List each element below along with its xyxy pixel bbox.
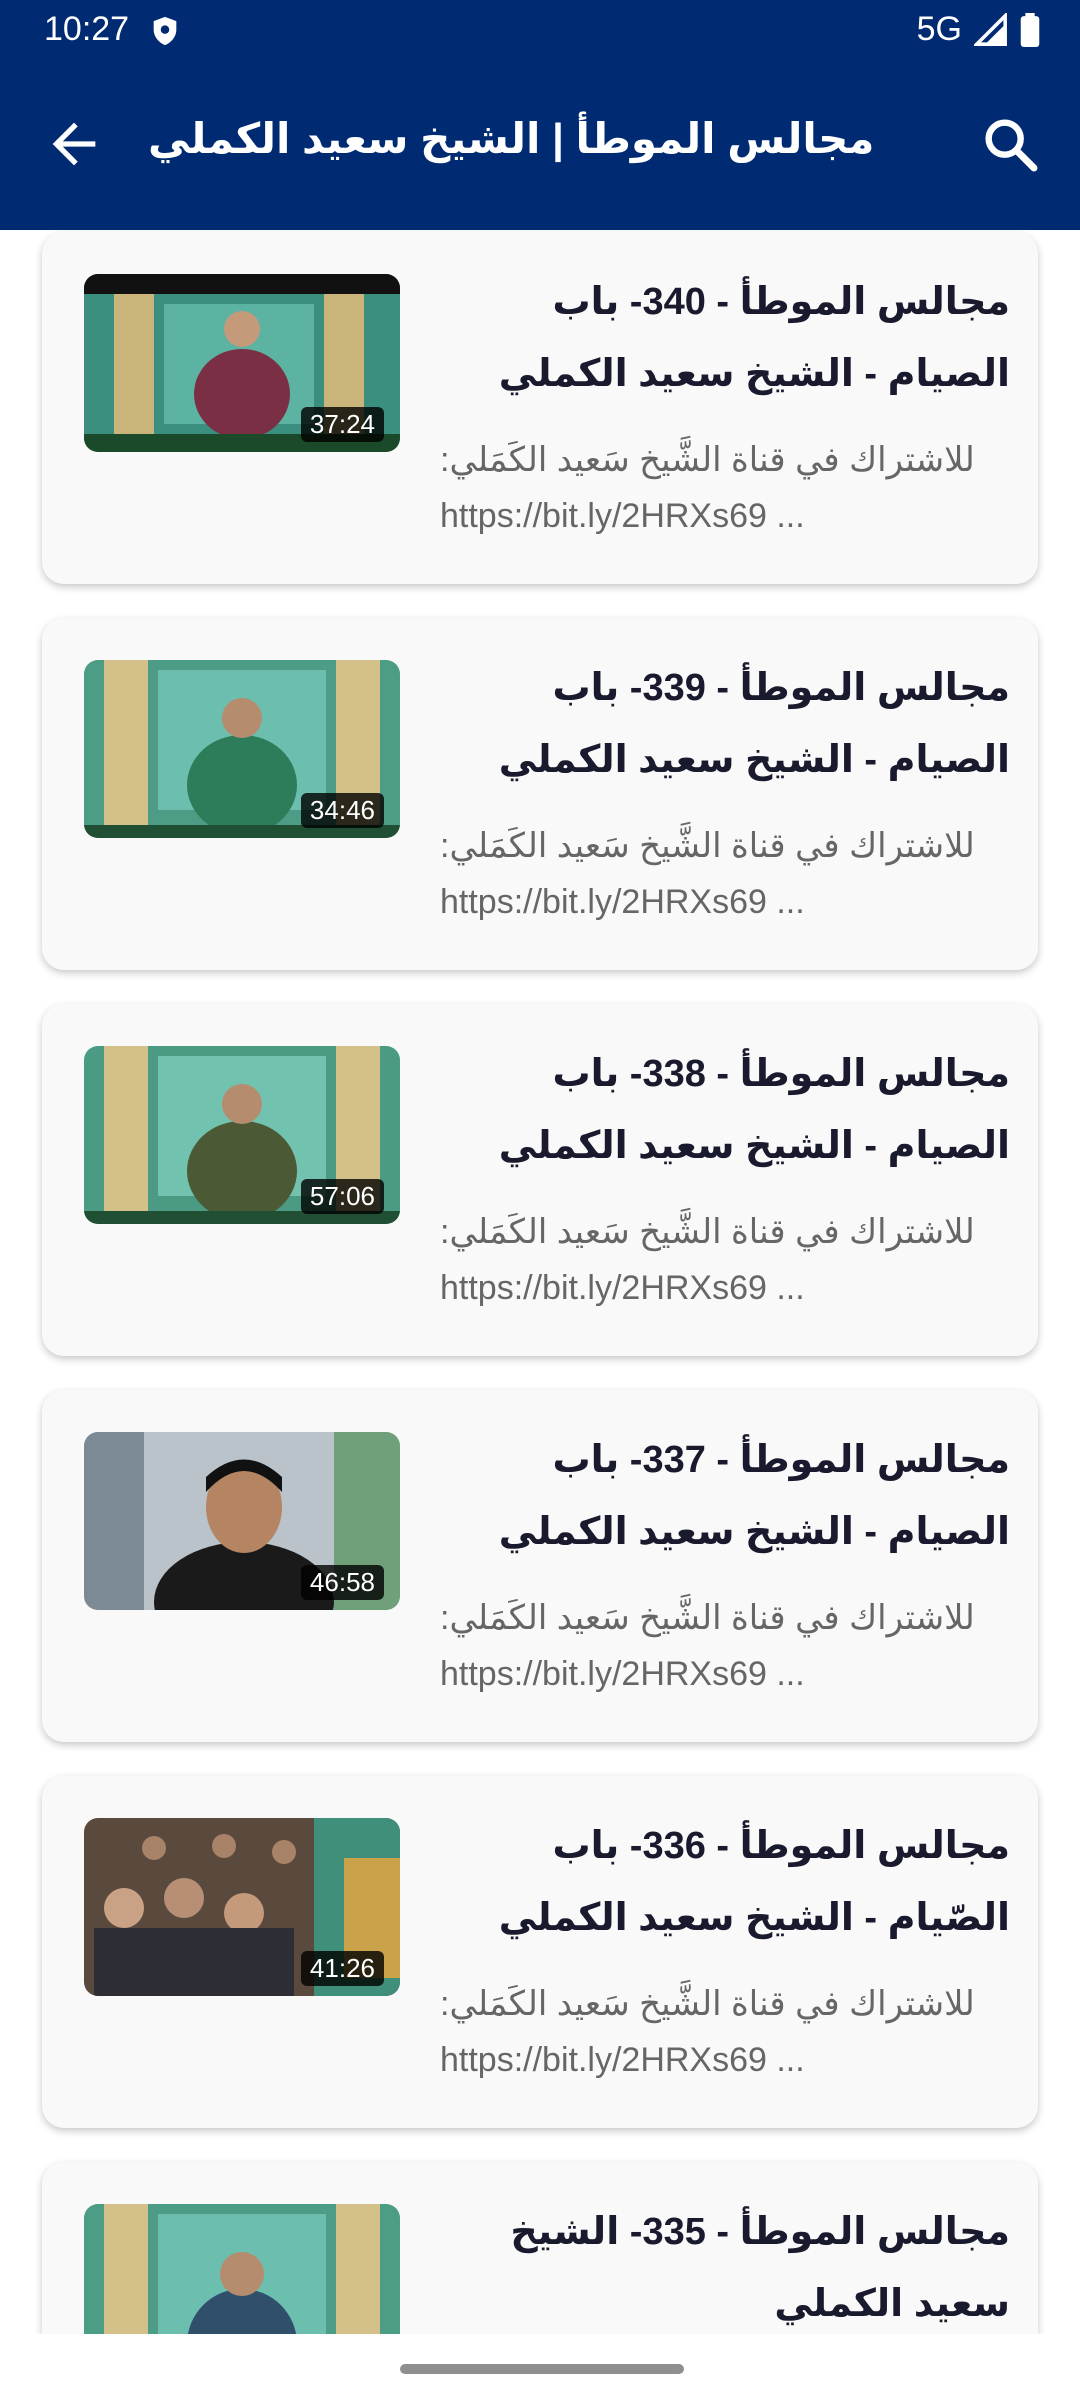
description-link: https://bit.ly/2HRXs69 ...: [440, 883, 805, 921]
network-label: 5G: [916, 10, 962, 48]
shield-icon: [153, 16, 177, 46]
video-card[interactable]: 37:24 مجالس الموطأ - 340- باب الصيام - ا…: [42, 232, 1038, 584]
video-title: مجالس الموطأ - 340- باب الصيام - الشيخ س…: [498, 281, 1010, 395]
video-thumbnail[interactable]: 37:24: [84, 274, 400, 452]
duration-badge: 41:26: [300, 1951, 384, 1986]
video-card[interactable]: 41:26 مجالس الموطأ - 336- باب الصّيام - …: [42, 1776, 1038, 2128]
video-title: مجالس الموطأ - 339- باب الصيام - الشيخ س…: [498, 667, 1010, 781]
video-description: للاشتراك في قناة الشَّيخ سَعيد الكَمَلي:…: [440, 818, 1010, 930]
description-line: للاشتراك في قناة الشَّيخ سَعيد الكَمَلي:: [440, 1213, 975, 1251]
video-thumbnail[interactable]: 41:26: [84, 1818, 400, 1996]
description-link: https://bit.ly/2HRXs69 ...: [440, 1269, 805, 1307]
description-link: https://bit.ly/2HRXs69 ...: [440, 2041, 805, 2079]
video-thumbnail[interactable]: 46:58: [84, 1432, 400, 1610]
video-card[interactable]: 57:06 مجالس الموطأ - 338- باب الصيام - ا…: [42, 1004, 1038, 1356]
page-title: مجالس الموطأ | الشيخ سعيد الكملي: [148, 115, 875, 162]
description-line: للاشتراك في قناة الشَّيخ سَعيد الكَمَلي:: [440, 827, 975, 865]
duration-badge: 34:46: [300, 793, 384, 828]
video-description: للاشتراك في قناة الشَّيخ سَعيد الكَمَلي:…: [440, 432, 1010, 544]
status-bar: 10:27 5G: [0, 0, 1080, 62]
thumbnail-image: [84, 2204, 400, 2334]
video-card[interactable]: 46:58 مجالس الموطأ - 337- باب الصيام - ا…: [42, 1390, 1038, 1742]
signal-icon: [974, 12, 1007, 46]
app-bar: 10:27 5G مجالس الموطأ | الشيخ سعيد الكمل…: [0, 0, 1080, 230]
duration-badge: 46:58: [300, 1565, 384, 1600]
video-title: مجالس الموطأ - 336- باب الصّيام - الشيخ …: [498, 1825, 1010, 1939]
video-thumbnail[interactable]: [84, 2204, 400, 2334]
video-description: للاشتراك في قناة الشَّيخ سَعيد الكَمَلي:…: [440, 1976, 1010, 2088]
video-description: للاشتراك في قناة الشَّيخ سَعيد الكَمَلي:…: [440, 1590, 1010, 1702]
video-title: مجالس الموطأ - 338- باب الصيام - الشيخ س…: [498, 1053, 1010, 1167]
description-link: https://bit.ly/2HRXs69 ...: [440, 1655, 805, 1693]
video-thumbnail[interactable]: 57:06: [84, 1046, 400, 1224]
description-link: https://bit.ly/2HRXs69 ...: [440, 497, 805, 535]
duration-badge: 57:06: [300, 1179, 384, 1214]
video-thumbnail[interactable]: 34:46: [84, 660, 400, 838]
video-card[interactable]: مجالس الموطأ - 335- الشيخ سعيد الكملي: [42, 2162, 1038, 2334]
battery-icon: [1020, 12, 1040, 47]
back-arrow-icon[interactable]: [42, 112, 106, 176]
video-card[interactable]: 34:46 مجالس الموطأ - 339- باب الصيام - ا…: [42, 618, 1038, 970]
description-line: للاشتراك في قناة الشَّيخ سَعيد الكَمَلي:: [440, 1985, 975, 2023]
video-title: مجالس الموطأ - 335- الشيخ سعيد الكملي: [510, 2211, 1010, 2325]
description-line: للاشتراك في قناة الشَّيخ سَعيد الكَمَلي:: [440, 1599, 975, 1637]
description-line: للاشتراك في قناة الشَّيخ سَعيد الكَمَلي:: [440, 441, 975, 479]
video-description: للاشتراك في قناة الشَّيخ سَعيد الكَمَلي:…: [440, 1204, 1010, 1316]
duration-badge: 37:24: [300, 407, 384, 442]
video-list[interactable]: 37:24 مجالس الموطأ - 340- باب الصيام - ا…: [0, 230, 1080, 2334]
status-time: 10:27: [44, 10, 130, 48]
gesture-nav-handle[interactable]: [400, 2364, 684, 2374]
search-icon[interactable]: [978, 112, 1042, 176]
video-title: مجالس الموطأ - 337- باب الصيام - الشيخ س…: [498, 1439, 1010, 1553]
